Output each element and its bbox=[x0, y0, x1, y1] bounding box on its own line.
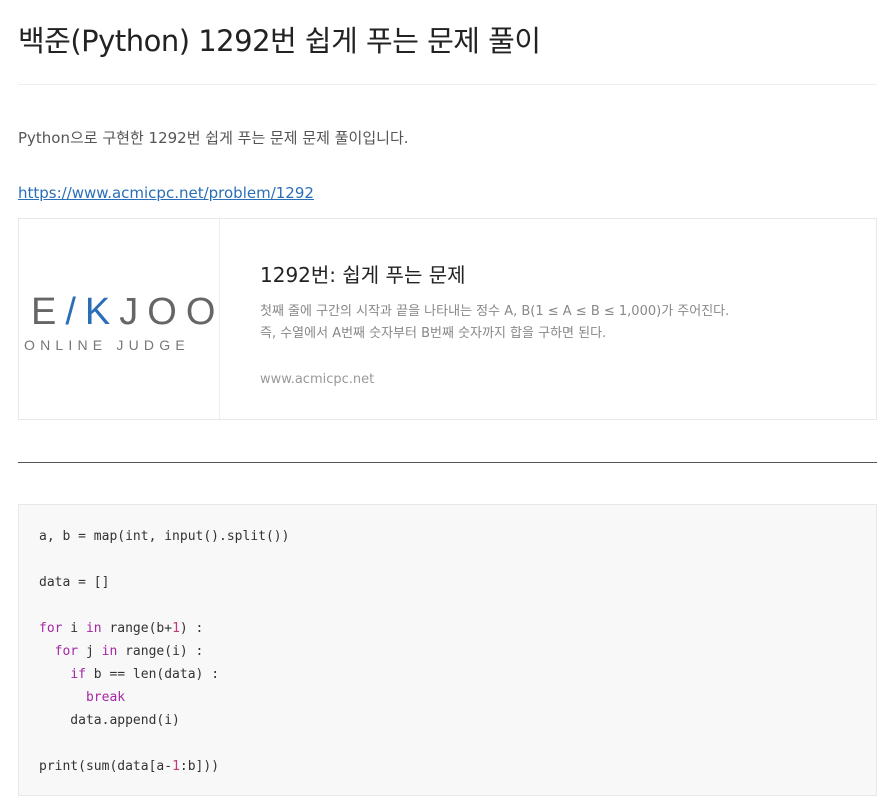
code-keyword: in bbox=[101, 644, 118, 659]
code-line: data = [] bbox=[39, 571, 289, 594]
code-line: for i in range(b+1) : bbox=[39, 617, 289, 640]
code-number: 1 bbox=[172, 621, 180, 636]
code-token: i bbox=[62, 621, 86, 636]
code-content: a, b = map(int, input().split()) data = [… bbox=[39, 525, 289, 778]
code-token: ) : bbox=[179, 621, 204, 636]
code-keyword: in bbox=[85, 621, 102, 636]
code-number: 1 bbox=[172, 759, 180, 774]
code-line: for j in range(i) : bbox=[39, 640, 289, 663]
site-logo: E/KJOO bbox=[31, 291, 224, 334]
code-keyword: for bbox=[54, 644, 79, 659]
link-preview-description: 첫째 줄에 구간의 시작과 끝을 나타내는 정수 A, B(1 ≤ A ≤ B … bbox=[260, 304, 730, 341]
section-divider bbox=[18, 462, 877, 463]
logo-part-k: /K bbox=[65, 291, 120, 333]
code-block[interactable]: a, b = map(int, input().split()) data = [… bbox=[18, 504, 877, 796]
code-token: range(b+ bbox=[101, 621, 173, 636]
code-token: j bbox=[78, 644, 102, 659]
link-preview-thumbnail: E/KJOO ONLINE JUDGE bbox=[19, 219, 220, 419]
code-token: data.append(i) bbox=[39, 713, 180, 728]
code-line: if b == len(data) : bbox=[39, 663, 289, 686]
code-keyword: for bbox=[39, 621, 63, 636]
post-intro: Python으로 구현한 1292번 쉽게 푸는 문제 문제 풀이입니다. bbox=[18, 129, 409, 147]
site-logo-subtitle: ONLINE JUDGE bbox=[24, 337, 190, 353]
code-token: :b])) bbox=[179, 759, 220, 774]
title-divider bbox=[18, 84, 877, 85]
link-preview-host: www.acmicpc.net bbox=[260, 372, 375, 387]
code-line: a, b = map(int, input().split()) bbox=[39, 525, 289, 548]
code-line: data.append(i) bbox=[39, 709, 289, 732]
code-token: b == len(data) : bbox=[85, 667, 220, 682]
link-preview-title: 1292번: 쉽게 푸는 문제 bbox=[260, 263, 466, 287]
code-token: a, b = map(int, input().split()) bbox=[39, 529, 290, 544]
code-token: data = [] bbox=[39, 575, 110, 590]
code-token: range(i) : bbox=[117, 644, 204, 659]
logo-part-e: E bbox=[31, 291, 66, 333]
code-keyword: if bbox=[70, 667, 86, 682]
post-title: 백준(Python) 1292번 쉽게 푸는 문제 풀이 bbox=[18, 24, 541, 58]
code-line: break bbox=[39, 686, 289, 709]
code-token: print(sum(data[a- bbox=[39, 759, 173, 774]
problem-link[interactable]: https://www.acmicpc.net/problem/1292 bbox=[18, 184, 314, 202]
code-keyword: break bbox=[85, 690, 126, 705]
link-preview-card[interactable]: E/KJOO ONLINE JUDGE 1292번: 쉽게 푸는 문제 첫째 줄… bbox=[18, 218, 877, 420]
logo-part-joo: JOO bbox=[119, 291, 225, 333]
